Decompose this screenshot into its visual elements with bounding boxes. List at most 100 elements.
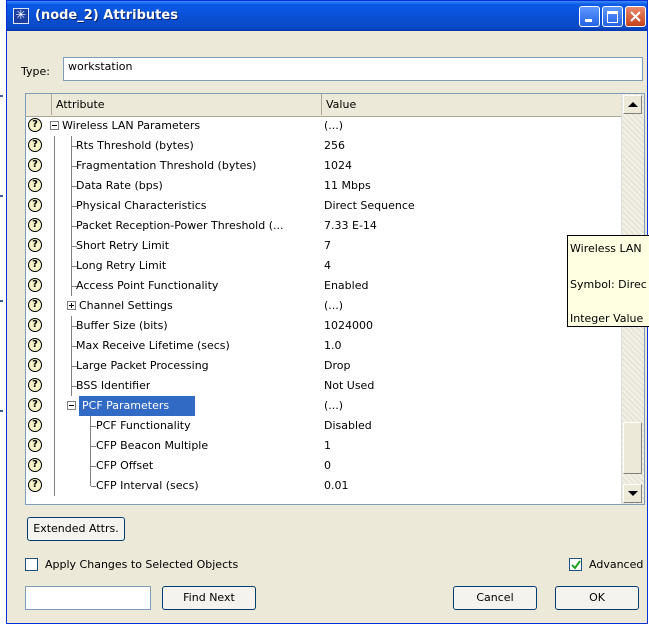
table-row[interactable]: ? Fragmentation Threshold (bytes) 1024 [26, 156, 622, 176]
scroll-down-arrow-icon[interactable] [623, 484, 642, 503]
table-row[interactable]: ? Max Receive Lifetime (secs) 1.0 [26, 336, 622, 356]
type-field[interactable]: workstation [63, 57, 643, 81]
help-icon[interactable]: ? [28, 278, 42, 292]
tooltip-line: Symbol: Direc [570, 278, 647, 291]
attribute-value[interactable]: Direct Sequence [324, 196, 415, 216]
table-row-selected[interactable]: ? PCF Parameters (...) [26, 396, 622, 416]
table-row[interactable]: ? Access Point Functionality Enabled [26, 276, 622, 296]
collapse-icon[interactable] [67, 401, 76, 410]
attributes-table: Attribute Value ? Wireless LAN Parameter… [25, 93, 645, 505]
find-next-button[interactable]: Find Next [162, 586, 256, 610]
tooltip-line: Wireless LAN [570, 242, 642, 255]
attribute-name: Long Retry Limit [76, 259, 167, 272]
help-icon[interactable]: ? [28, 138, 42, 152]
attribute-value[interactable]: Drop [324, 356, 350, 376]
attribute-value[interactable]: Not Used [324, 376, 374, 396]
scroll-up-arrow-icon[interactable] [623, 95, 642, 114]
help-icon[interactable]: ? [28, 398, 42, 412]
title-bar[interactable]: ✳ (node_2) Attributes [7, 1, 647, 31]
collapse-icon[interactable] [50, 121, 59, 130]
apply-changes-checkbox[interactable] [25, 558, 38, 571]
table-row[interactable]: ? PCF Functionality Disabled [26, 416, 622, 436]
extended-attrs-button[interactable]: Extended Attrs. [27, 517, 125, 541]
help-icon[interactable]: ? [28, 318, 42, 332]
table-row[interactable]: ? BSS Identifier Not Used [26, 376, 622, 396]
attribute-name: Channel Settings [79, 299, 173, 312]
table-row[interactable]: ? Wireless LAN Parameters (...) [26, 116, 622, 136]
attribute-value[interactable]: 1.0 [324, 336, 342, 356]
attribute-name: Wireless LAN Parameters [62, 119, 201, 132]
attribute-value[interactable]: 4 [324, 256, 331, 276]
attribute-name: Data Rate (bps) [76, 179, 163, 192]
attribute-value[interactable]: 256 [324, 136, 345, 156]
help-icon[interactable]: ? [28, 418, 42, 432]
table-row[interactable]: ? Packet Reception-Power Threshold (... … [26, 216, 622, 236]
tree-line [54, 316, 55, 336]
checkmark-icon [571, 560, 581, 570]
expand-icon[interactable] [67, 301, 76, 310]
help-icon[interactable]: ? [28, 338, 42, 352]
header-value[interactable]: Value [322, 94, 622, 115]
attribute-value[interactable]: 11 Mbps [324, 176, 371, 196]
help-icon[interactable]: ? [28, 478, 42, 492]
find-input[interactable] [25, 586, 151, 610]
table-row[interactable]: ? CFP Offset 0 [26, 456, 622, 476]
table-row[interactable]: ? Large Packet Processing Drop [26, 356, 622, 376]
help-icon[interactable]: ? [28, 158, 42, 172]
table-row[interactable]: ? Physical Characteristics Direct Sequen… [26, 196, 622, 216]
scroll-thumb[interactable] [623, 422, 642, 474]
tree-line [54, 216, 55, 236]
ok-button[interactable]: OK [555, 586, 639, 610]
attribute-value[interactable]: (...) [324, 396, 343, 416]
attribute-value[interactable]: 7.33 E-14 [324, 216, 377, 236]
table-row[interactable]: ? Buffer Size (bits) 1024000 [26, 316, 622, 336]
help-icon[interactable]: ? [28, 458, 42, 472]
help-icon[interactable]: ? [28, 118, 42, 132]
table-row[interactable]: ? Data Rate (bps) 11 Mbps [26, 176, 622, 196]
maximize-button[interactable] [602, 6, 623, 27]
help-icon[interactable]: ? [28, 298, 42, 312]
help-icon[interactable]: ? [28, 358, 42, 372]
help-icon[interactable]: ? [28, 178, 42, 192]
header-icon-column[interactable] [26, 94, 52, 115]
table-row[interactable]: ? Rts Threshold (bytes) 256 [26, 136, 622, 156]
help-icon[interactable]: ? [28, 378, 42, 392]
close-button[interactable] [625, 6, 646, 27]
attribute-name: PCF Parameters [79, 396, 195, 416]
attribute-name: Access Point Functionality [76, 279, 219, 292]
table-row[interactable]: ? Long Retry Limit 4 [26, 256, 622, 276]
table-row[interactable]: ? CFP Interval (secs) 0.01 [26, 476, 622, 496]
attribute-value[interactable]: (...) [324, 296, 343, 316]
attribute-value[interactable]: 7 [324, 236, 331, 256]
attribute-value[interactable]: (...) [324, 116, 343, 136]
type-label: Type: [21, 65, 50, 78]
minimize-button[interactable] [579, 6, 600, 27]
advanced-checkbox[interactable] [569, 558, 582, 571]
header-attribute[interactable]: Attribute [52, 94, 322, 115]
tooltip-line: Integer Value [570, 312, 644, 325]
attribute-value[interactable]: 0 [324, 456, 331, 476]
help-icon[interactable]: ? [28, 438, 42, 452]
attribute-value[interactable]: 1 [324, 436, 331, 456]
attribute-name: Large Packet Processing [76, 359, 209, 372]
tree-line [54, 356, 55, 376]
help-icon[interactable]: ? [28, 238, 42, 252]
attribute-value[interactable]: 1024 [324, 156, 352, 176]
help-icon[interactable]: ? [28, 198, 42, 212]
attribute-value[interactable]: Enabled [324, 276, 368, 296]
table-row[interactable]: ? Short Retry Limit 7 [26, 236, 622, 256]
help-icon[interactable]: ? [28, 218, 42, 232]
help-icon[interactable]: ? [28, 258, 42, 272]
tree-line [54, 476, 55, 496]
tree-line [54, 256, 55, 276]
attribute-value[interactable]: Disabled [324, 416, 372, 436]
cancel-button[interactable]: Cancel [453, 586, 537, 610]
advanced-label[interactable]: Advanced [589, 558, 643, 571]
app-icon: ✳ [13, 8, 29, 24]
apply-changes-label[interactable]: Apply Changes to Selected Objects [45, 558, 238, 571]
table-row[interactable]: ? Channel Settings (...) [26, 296, 622, 316]
attribute-value[interactable]: 1024000 [324, 316, 373, 336]
table-row[interactable]: ? CFP Beacon Multiple 1 [26, 436, 622, 456]
attribute-value[interactable]: 0.01 [324, 476, 349, 496]
attributes-dialog: ✳ (node_2) Attributes Type: workstation … [6, 0, 648, 624]
